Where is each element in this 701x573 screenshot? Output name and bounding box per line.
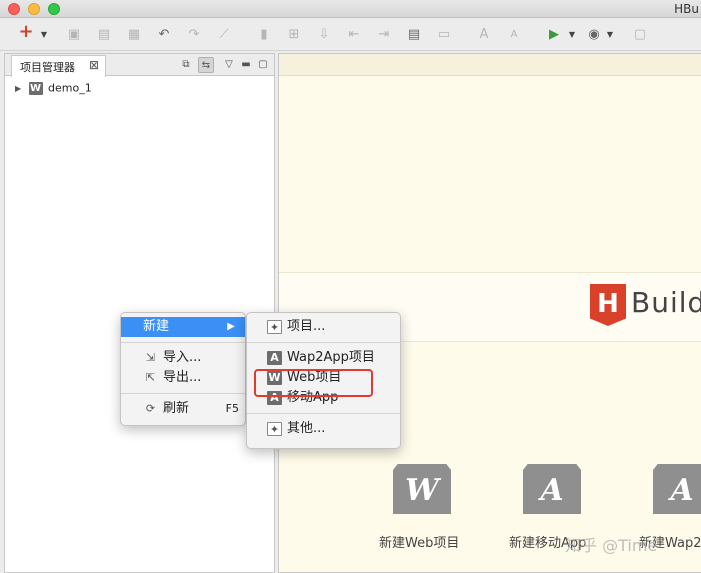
new-file-icon[interactable]: ⊞ <box>286 27 302 43</box>
hbuilder-logo-icon: H <box>590 284 626 326</box>
export-icon: ⇱ <box>145 371 156 384</box>
tab-project-manager[interactable]: 项目管理器 ⊠ <box>11 55 106 77</box>
submenu-item-wap2app[interactable]: A Wap2App项目 <box>247 348 400 368</box>
new-wap2app-tile-icon[interactable]: A <box>653 464 701 514</box>
annotation-highlight-box <box>254 369 373 397</box>
menu-separator <box>247 413 400 414</box>
submenu-arrow-icon: ▶ <box>227 321 235 332</box>
submenu-item-project[interactable]: ✦ 项目... <box>247 317 400 337</box>
refresh-icon: ⟳ <box>145 402 156 415</box>
web-project-icon: W <box>28 81 43 95</box>
watermark: 知乎 @Time <box>565 536 658 555</box>
close-window-button[interactable] <box>8 3 20 15</box>
import-icon: ⇲ <box>145 351 156 364</box>
new-project-icon: ✦ <box>267 320 282 334</box>
menu-separator <box>247 342 400 343</box>
menu-item-refresh[interactable]: ⟳ 刷新 F5 <box>121 399 245 419</box>
minimize-view-icon[interactable]: ▬ <box>238 57 254 73</box>
download-icon[interactable]: ⇩ <box>316 27 332 43</box>
save-all-icon[interactable]: ▤ <box>96 27 112 43</box>
tree-item-label: demo_1 <box>48 81 92 95</box>
tab-label: 项目管理器 <box>20 61 75 74</box>
print-icon[interactable]: ▦ <box>126 27 142 43</box>
zoom-window-button[interactable] <box>48 3 60 15</box>
collapse-all-icon[interactable]: ⧉ <box>178 57 194 73</box>
editor-tab-strip <box>279 54 701 76</box>
tree-item-demo[interactable]: ▶ W demo_1 <box>15 81 92 97</box>
new-web-project-label[interactable]: 新建Web项目 <box>379 532 459 551</box>
bookmark-icon[interactable]: ▮ <box>256 27 272 43</box>
undo-icon[interactable]: ↶ <box>156 27 172 43</box>
minimize-window-button[interactable] <box>28 3 40 15</box>
message-icon[interactable]: ▢ <box>632 27 648 43</box>
close-icon[interactable]: ⊠ <box>89 58 99 72</box>
menu-item-label: Wap2App项目 <box>287 350 375 365</box>
menu-separator <box>121 393 245 394</box>
menu-item-export[interactable]: ⇱ 导出... <box>121 368 245 388</box>
window-title: HBu <box>674 2 699 16</box>
view-menu-icon[interactable]: ▽ <box>221 57 237 73</box>
redo-icon[interactable]: ↷ <box>186 27 202 43</box>
new-icon[interactable]: + <box>18 23 34 41</box>
move-right-icon[interactable]: ⇥ <box>376 27 392 43</box>
comment-icon[interactable]: ▤ <box>406 27 422 43</box>
app-project-icon: A <box>267 351 282 365</box>
save-icon[interactable]: ▣ <box>66 27 82 43</box>
new-dropdown-caret-icon[interactable]: ▼ <box>40 27 48 43</box>
format-icon[interactable]: ⟋ <box>216 27 232 43</box>
run-icon[interactable]: ▶ <box>546 27 562 43</box>
page-icon[interactable]: ▭ <box>436 27 452 43</box>
menu-item-label: 新建 <box>143 319 170 334</box>
logo-text: Builde <box>631 286 701 319</box>
browser-dropdown-caret-icon[interactable]: ▼ <box>606 27 614 43</box>
maximize-view-icon[interactable]: ▢ <box>255 57 271 73</box>
other-project-icon: ✦ <box>267 422 282 436</box>
browser-icon[interactable]: ◉ <box>586 27 602 43</box>
menu-separator <box>121 342 245 343</box>
move-left-icon[interactable]: ⇤ <box>346 27 362 43</box>
submenu-item-other[interactable]: ✦ 其他... <box>247 419 400 439</box>
project-panel-header: 项目管理器 ⊠ ⧉ ⇆ ▽ ▬ ▢ <box>5 54 274 77</box>
new-web-project-tile-icon[interactable]: W <box>393 464 451 514</box>
link-editor-icon[interactable]: ⇆ <box>198 57 214 73</box>
title-bar: HBu <box>0 0 701 18</box>
shortcut-key: F5 <box>225 402 239 415</box>
context-menu: 新建 ▶ ⇲ 导入... ⇱ 导出... ⟳ 刷新 F5 <box>120 312 246 426</box>
new-mobile-app-tile-icon[interactable]: A <box>523 464 581 514</box>
main-toolbar: + ▼ ▣ ▤ ▦ ↶ ↷ ⟋ ▮ ⊞ ⇩ ⇤ ⇥ ▤ ▭ A A ▶ ▼ ◉ … <box>0 19 701 51</box>
menu-item-import[interactable]: ⇲ 导入... <box>121 348 245 368</box>
font-increase-icon[interactable]: A <box>476 27 492 43</box>
run-dropdown-caret-icon[interactable]: ▼ <box>568 27 576 43</box>
font-decrease-icon[interactable]: A <box>506 27 522 43</box>
menu-item-new[interactable]: 新建 ▶ <box>121 317 245 337</box>
expand-arrow-icon[interactable]: ▶ <box>15 84 25 93</box>
